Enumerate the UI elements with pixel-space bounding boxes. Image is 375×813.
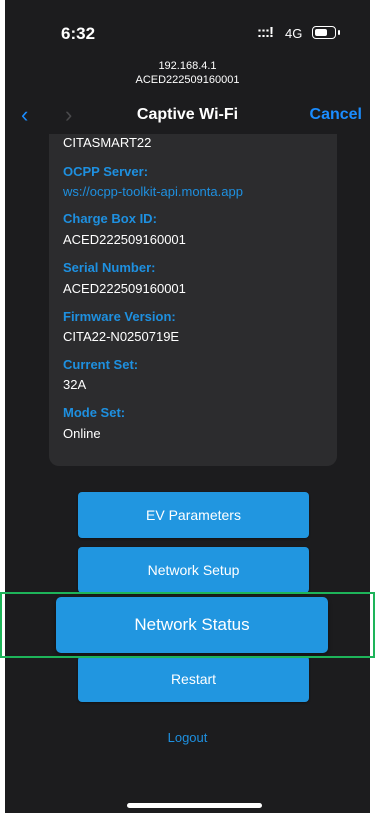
restart-button[interactable]: Restart (78, 656, 309, 702)
clock: 6:32 (61, 24, 96, 43)
charge-box-id-value: ACED222509160001 (63, 232, 186, 247)
firmware-version-value: CITA22-N0250719E (63, 329, 180, 344)
mode-set-label: Mode Set: (63, 405, 126, 420)
serial-number-value: ACED222509160001 (63, 281, 186, 296)
url-subtitle: ACED222509160001 (135, 74, 240, 86)
battery-icon (312, 26, 336, 39)
network-type: 4G (285, 26, 303, 41)
ev-parameters-button[interactable]: EV Parameters (78, 492, 309, 538)
signal-icon: :::! (257, 24, 274, 41)
network-status-button[interactable]: Network Status (56, 597, 328, 653)
current-set-label: Current Set: (63, 357, 139, 372)
device-name-value: CITASMART22 (63, 135, 152, 150)
home-indicator (127, 803, 262, 808)
charge-box-id-label: Charge Box ID: (63, 211, 157, 226)
firmware-version-label: Firmware Version: (63, 309, 176, 324)
logout-link[interactable]: Logout (5, 730, 370, 745)
network-setup-button[interactable]: Network Setup (78, 547, 309, 593)
current-set-value: 32A (63, 377, 87, 392)
ocpp-server-label: OCPP Server: (63, 164, 149, 179)
serial-number-label: Serial Number: (63, 260, 156, 275)
url-host: 192.168.4.1 (158, 60, 217, 72)
phone-screen: CITASMART22 OCPP Server: ws://ocpp-toolk… (5, 0, 370, 813)
cancel-button[interactable]: Cancel (310, 106, 362, 124)
ocpp-server-value[interactable]: ws://ocpp-toolkit-api.monta.app (63, 184, 243, 199)
status-bar: 6:32 :::! 4G (5, 0, 370, 56)
navigation-bar: ‹ › Captive Wi-Fi Cancel (5, 98, 370, 134)
battery-tip (338, 30, 340, 35)
mode-set-value: Online (63, 426, 101, 441)
